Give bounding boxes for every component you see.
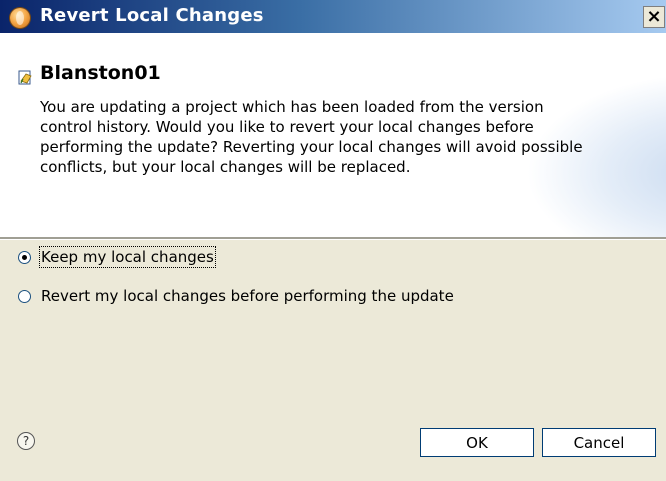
ok-button[interactable]: OK (420, 428, 534, 457)
keep-local-changes-radio[interactable] (18, 250, 31, 264)
revert-local-changes-option[interactable]: Revert my local changes before performin… (18, 285, 454, 307)
keep-local-changes-option[interactable]: Keep my local changes (18, 246, 216, 268)
project-file-icon (18, 70, 32, 85)
keep-local-changes-label: Keep my local changes (39, 246, 216, 268)
title-bar: Revert Local Changes × (0, 0, 666, 33)
app-orb-icon (10, 8, 30, 28)
window-title: Revert Local Changes (40, 5, 264, 26)
header-separator (0, 237, 666, 240)
revert-local-changes-label: Revert my local changes before performin… (41, 287, 454, 305)
project-name: Blanston01 (40, 62, 161, 84)
close-icon: × (646, 6, 662, 27)
dialog-description: You are updating a project which has bee… (40, 98, 583, 176)
close-button[interactable]: × (643, 6, 665, 28)
revert-local-changes-radio[interactable] (18, 289, 31, 303)
dialog-header: Blanston01 You are updating a project wh… (0, 33, 666, 237)
help-icon[interactable]: ? (17, 432, 35, 450)
cancel-button[interactable]: Cancel (542, 428, 656, 457)
